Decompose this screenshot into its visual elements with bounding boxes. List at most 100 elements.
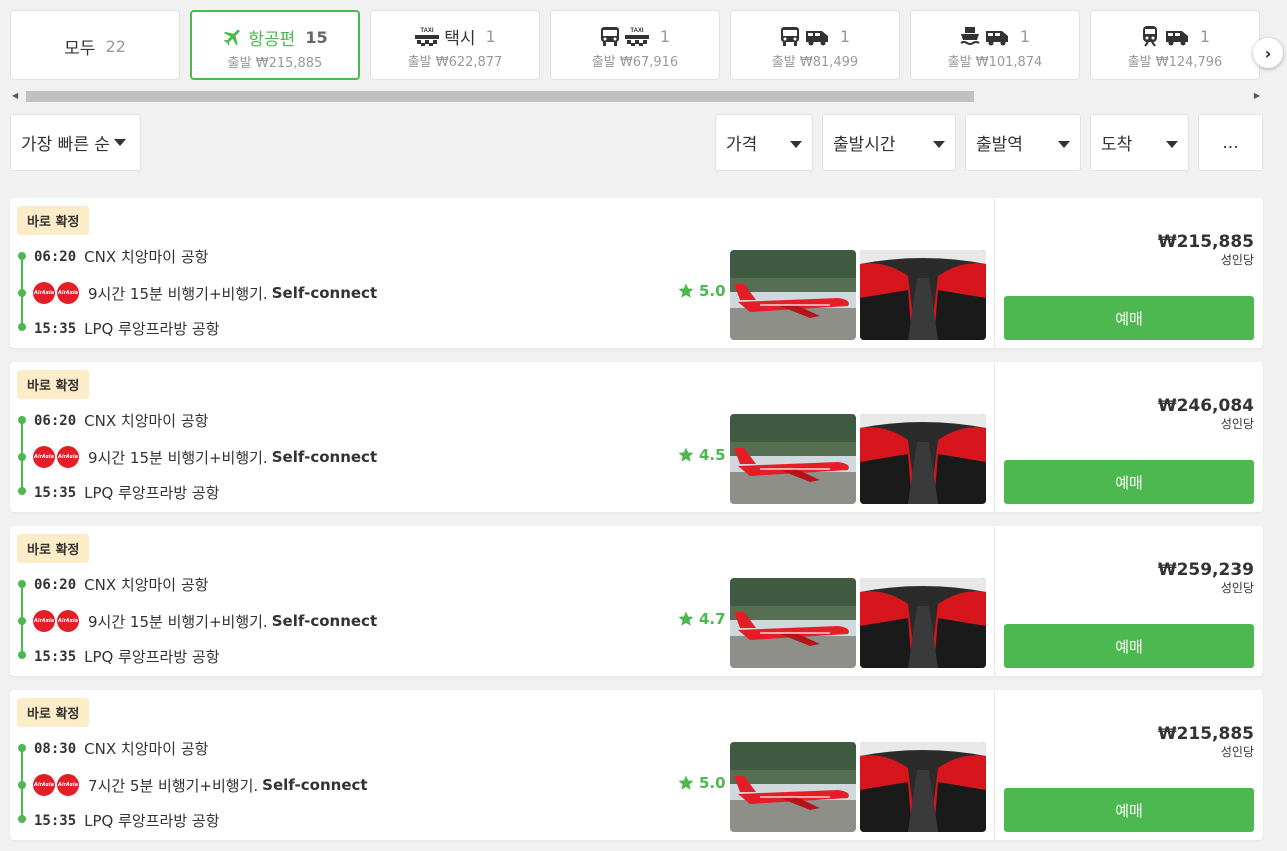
depart-station-filter[interactable]: 출발역 — [965, 114, 1081, 171]
tab-label: 모두 — [64, 38, 96, 59]
departure-time: 08:30 — [34, 740, 77, 757]
arrival-filter-label: 도착 — [1101, 135, 1133, 155]
scroll-right-arrow-icon[interactable]: ▶ — [1254, 91, 1260, 100]
chevron-right-icon[interactable]: › — [1253, 38, 1283, 68]
timeline-dot — [18, 252, 26, 260]
sort-label: 가장 빠른 순 — [21, 135, 111, 155]
train-icon — [1140, 25, 1160, 47]
self-connect-label: Self-connect — [271, 448, 378, 466]
result-card[interactable]: 바로 확정 06:20 CNX 치앙마이 공항 AirAsia AirAsia … — [10, 526, 1263, 676]
journey-duration: 9시간 15분 비행기+비행기. — [88, 612, 268, 631]
scroll-left-arrow-icon[interactable]: ◀ — [12, 91, 18, 100]
taxi-icon: TAXI — [624, 25, 650, 47]
book-button[interactable]: 예매 — [1004, 296, 1254, 340]
self-connect-label: Self-connect — [271, 612, 378, 630]
tab-price: 출발 ₩67,916 — [591, 55, 679, 70]
instant-confirm-badge: 바로 확정 — [17, 534, 90, 563]
book-button[interactable]: 예매 — [1004, 460, 1254, 504]
cabin-photo[interactable] — [860, 578, 986, 668]
taxi-sign-text: TAXI — [421, 28, 435, 34]
more-filters-button[interactable]: ... — [1198, 114, 1263, 171]
result-card[interactable]: 바로 확정 06:20 CNX 치앙마이 공항 AirAsia AirAsia … — [10, 198, 1263, 348]
airasia-logo: AirAsia — [33, 610, 55, 632]
airasia-logo: AirAsia — [57, 610, 79, 632]
journey-info: AirAsia AirAsia 9시간 15분 비행기+비행기. Self-co… — [33, 446, 377, 468]
tab-count: 22 — [105, 36, 126, 56]
sort-dropdown[interactable]: 가장 빠른 순 — [10, 114, 141, 171]
arrival-place: LPQ 루앙프라방 공항 — [84, 484, 220, 502]
airplane-photo[interactable] — [730, 414, 856, 504]
arrival: 15:35 LPQ 루앙프라방 공항 — [34, 482, 220, 503]
tab-count: 1 — [839, 26, 851, 46]
timeline-dot — [18, 744, 26, 752]
instant-confirm-badge: 바로 확정 — [17, 206, 90, 235]
tab-label: 항공편 — [248, 29, 296, 50]
price-per-adult: 성인당 — [1220, 253, 1254, 267]
tab-bus-van[interactable]: 1 출발 ₩81,499 — [730, 10, 900, 80]
price-per-adult: 성인당 — [1220, 581, 1254, 595]
airplane-photo[interactable] — [730, 742, 856, 832]
transport-tabs: 모두 22 항공편 15 출발 ₩215,885 TAXI 택시 1 출발 ₩62… — [10, 10, 1278, 80]
tab-count: 1 — [485, 26, 496, 46]
airasia-logo: AirAsia — [33, 774, 55, 796]
airplane-photo[interactable] — [730, 578, 856, 668]
tab-ferry-van[interactable]: 1 출발 ₩101,874 — [910, 10, 1080, 80]
airplane-photo[interactable] — [730, 250, 856, 340]
timeline-dot — [18, 617, 26, 625]
instant-confirm-badge: 바로 확정 — [17, 370, 90, 399]
tab-flights[interactable]: 항공편 15 출발 ₩215,885 — [190, 10, 360, 80]
departure: 08:30 CNX 치앙마이 공항 — [34, 738, 208, 759]
taxi-sign-text: TAXI — [630, 28, 644, 34]
caret-down-icon — [1058, 141, 1070, 148]
departure-place: CNX 치앙마이 공항 — [84, 576, 209, 594]
price-filter[interactable]: 가격 — [715, 114, 813, 171]
scrollbar-thumb[interactable] — [26, 91, 974, 102]
arrival-place: LPQ 루앙프라방 공항 — [84, 320, 220, 338]
tab-train-van[interactable]: 1 출발 ₩124,796 — [1090, 10, 1260, 80]
departure-time: 06:20 — [34, 576, 77, 593]
arrival-place: LPQ 루앙프라방 공항 — [84, 812, 220, 830]
card-divider — [994, 690, 995, 840]
price: ₩259,239 — [1157, 560, 1254, 580]
cabin-photo[interactable] — [860, 414, 986, 504]
timeline-dot — [18, 289, 26, 297]
departure-place: CNX 치앙마이 공항 — [84, 412, 209, 430]
self-connect-label: Self-connect — [271, 284, 378, 302]
cabin-photo[interactable] — [860, 250, 986, 340]
tab-all[interactable]: 모두 22 — [10, 10, 180, 80]
airasia-logo: AirAsia — [33, 282, 55, 304]
price-filter-label: 가격 — [726, 135, 758, 155]
rating-value: 5.0 — [699, 774, 726, 792]
departure-time: 06:20 — [34, 248, 77, 265]
book-button[interactable]: 예매 — [1004, 788, 1254, 832]
result-card[interactable]: 바로 확정 08:30 CNX 치앙마이 공항 AirAsia AirAsia … — [10, 690, 1263, 840]
rating: 5.0 — [677, 774, 726, 792]
book-button[interactable]: 예매 — [1004, 624, 1254, 668]
arrival-filter[interactable]: 도착 — [1090, 114, 1189, 171]
result-card[interactable]: 바로 확정 06:20 CNX 치앙마이 공항 AirAsia AirAsia … — [10, 362, 1263, 512]
depart-time-filter[interactable]: 출발시간 — [822, 114, 956, 171]
tab-label: 택시 — [444, 28, 476, 49]
timeline-dot — [18, 815, 26, 823]
tab-bus-taxi[interactable]: TAXI 1 출발 ₩67,916 — [550, 10, 720, 80]
tab-price: 출발 ₩81,499 — [771, 55, 859, 70]
caret-down-icon — [1166, 141, 1178, 148]
rating: 5.0 — [677, 282, 726, 300]
rating-value: 4.7 — [699, 610, 726, 628]
tabs-scrollbar[interactable]: ◀ ▶ — [10, 88, 1262, 104]
departure-place: CNX 치앙마이 공항 — [84, 740, 209, 758]
journey-info: AirAsia AirAsia 7시간 5분 비행기+비행기. Self-con… — [33, 774, 368, 796]
airasia-logo: AirAsia — [57, 282, 79, 304]
tab-count: 1 — [1199, 26, 1211, 46]
card-divider — [994, 526, 995, 676]
van-icon — [1164, 25, 1190, 47]
cabin-photo[interactable] — [860, 742, 986, 832]
journey-info: AirAsia AirAsia 9시간 15분 비행기+비행기. Self-co… — [33, 610, 377, 632]
arrival-time: 15:35 — [34, 812, 77, 829]
tab-count: 1 — [659, 26, 671, 46]
taxi-icon: TAXI — [414, 25, 440, 47]
tab-taxi[interactable]: TAXI 택시 1 출발 ₩622,877 — [370, 10, 540, 80]
star-icon — [678, 447, 694, 462]
star-icon — [678, 283, 694, 298]
star-icon — [678, 611, 694, 626]
